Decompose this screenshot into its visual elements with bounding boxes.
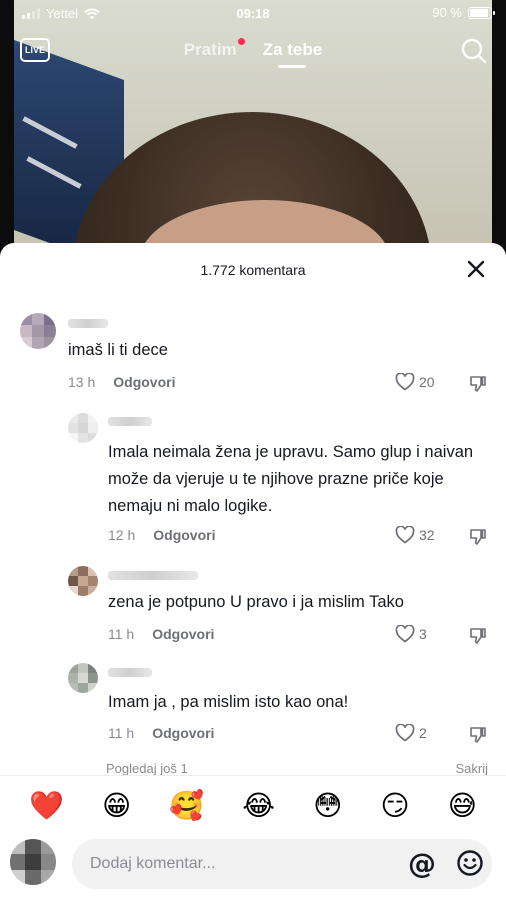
comment-time: 11 h: [108, 626, 135, 642]
top-nav: LIVE Pratim Za tebe: [0, 30, 506, 74]
mention-icon[interactable]: @: [408, 847, 436, 880]
like-count: 3: [419, 626, 427, 642]
emoji-smirk[interactable]: 😏: [380, 791, 409, 820]
comment-meta: 11 h Odgovori: [108, 725, 214, 741]
view-more-replies-button[interactable]: Pogledaj još 1: [106, 761, 188, 776]
replies-controls: Pogledaj još 1 Sakrij: [106, 761, 488, 776]
heart-icon: [395, 625, 415, 643]
comments-header: 1.772 komentara: [0, 243, 506, 295]
heart-icon: [395, 373, 415, 391]
emoji-heart[interactable]: ❤️: [29, 791, 64, 820]
emoji-grin[interactable]: 😁: [102, 791, 131, 820]
comment-count: 1.772 komentara: [200, 262, 306, 278]
close-icon[interactable]: [466, 259, 486, 279]
comment-time: 11 h: [108, 725, 135, 741]
tab-for-you[interactable]: Za tebe: [263, 40, 323, 60]
like-count: 20: [419, 374, 435, 390]
comment-input-placeholder: Dodaj komentar...: [90, 855, 216, 872]
like-button[interactable]: 3: [395, 625, 427, 643]
status-bar: Yettel 09:18 90 %: [0, 0, 506, 28]
avatar[interactable]: [68, 663, 98, 693]
emoji-picker-icon[interactable]: [456, 849, 484, 877]
hide-replies-button[interactable]: Sakrij: [455, 761, 488, 776]
clock: 09:18: [236, 6, 270, 21]
comment-time: 13 h: [68, 374, 96, 390]
tab-following[interactable]: Pratim: [183, 38, 245, 60]
reply-button[interactable]: Odgovori: [152, 725, 214, 741]
dislike-icon[interactable]: [468, 527, 488, 547]
battery-group: 90 %: [432, 5, 495, 20]
dislike-icon[interactable]: [468, 725, 488, 745]
reply-button[interactable]: Odgovori: [113, 374, 175, 390]
comment-text: imaš li ti dece: [68, 341, 168, 359]
notification-dot: [237, 38, 245, 45]
like-button[interactable]: 32: [395, 526, 435, 544]
emoji-sweat-smile[interactable]: 😅: [448, 791, 477, 820]
emoji-quick-bar: ❤️ 😁 🥰 😂 😳 😏 😅: [0, 775, 506, 835]
like-button[interactable]: 2: [395, 724, 427, 742]
avatar[interactable]: [68, 413, 98, 443]
like-count: 2: [419, 725, 427, 741]
battery-percent: 90 %: [432, 5, 462, 20]
comment-text: Imala neimala žena je upravu. Samo glup …: [108, 443, 474, 515]
username-blurred[interactable]: [108, 571, 198, 580]
username-blurred[interactable]: [108, 417, 152, 426]
emoji-hearts-face[interactable]: 🥰: [169, 791, 204, 820]
comment-text: zena je potpuno U pravo i ja mislim Tako: [108, 593, 404, 611]
my-avatar: [10, 839, 56, 885]
search-icon[interactable]: [460, 37, 488, 65]
comment-meta: 13 h Odgovori: [68, 374, 175, 390]
comment-text: Imam ja , pa mislim isto kao ona!: [108, 693, 349, 711]
reply-button[interactable]: Odgovori: [152, 626, 214, 642]
battery-icon: [468, 6, 495, 19]
comment-composer: Dodaj komentar... @: [0, 835, 506, 900]
username-blurred[interactable]: [68, 319, 108, 328]
reply-button[interactable]: Odgovori: [153, 527, 215, 543]
like-count: 32: [419, 527, 435, 543]
like-button[interactable]: 20: [395, 373, 435, 391]
comment-time: 12 h: [108, 527, 136, 543]
emoji-flushed[interactable]: 😳: [313, 791, 342, 820]
heart-icon: [395, 724, 415, 742]
emoji-tears-of-joy[interactable]: 😂: [242, 791, 275, 820]
dislike-icon[interactable]: [468, 626, 488, 646]
feed-tabs: Pratim Za tebe: [0, 38, 506, 60]
heart-icon: [395, 526, 415, 544]
avatar[interactable]: [20, 313, 56, 349]
dislike-icon[interactable]: [468, 374, 488, 394]
comment-meta: 12 h Odgovori: [108, 527, 215, 543]
comment-meta: 11 h Odgovori: [108, 626, 214, 642]
avatar[interactable]: [68, 566, 98, 596]
username-blurred[interactable]: [108, 668, 152, 677]
tab-following-label: Pratim: [183, 40, 237, 59]
